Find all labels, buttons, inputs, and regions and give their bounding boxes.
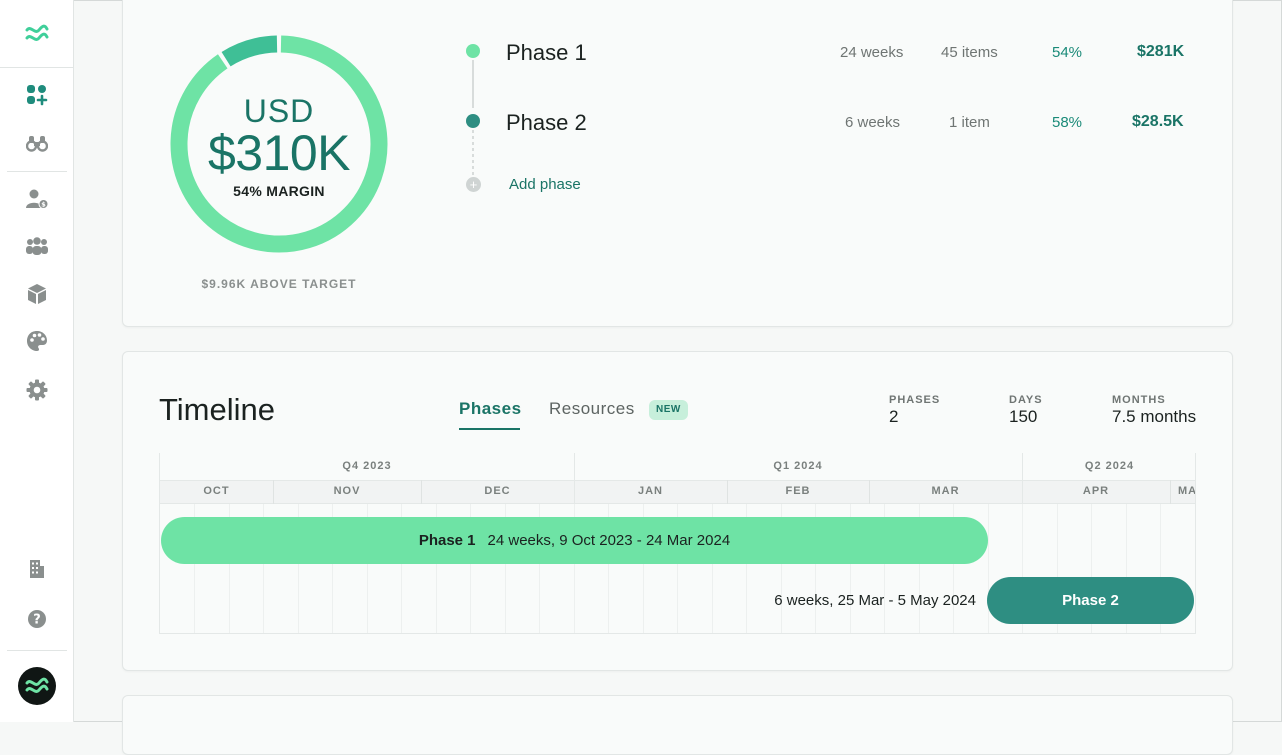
- phase-connector-dashed: [472, 130, 474, 176]
- phase-connector-line: [472, 60, 474, 108]
- stat-days-label: DAYS: [1009, 394, 1043, 406]
- add-phase-link[interactable]: Add phase: [509, 176, 581, 193]
- month-label: MAR: [931, 485, 960, 497]
- phase-name[interactable]: Phase 1: [506, 40, 587, 66]
- svg-text:?: ?: [33, 613, 41, 628]
- month-label: OCT: [203, 485, 230, 497]
- currency-label: USD: [243, 92, 315, 129]
- month-label: APR: [1082, 485, 1110, 497]
- gantt-bar-label: Phase 2: [1062, 592, 1119, 609]
- phase-items: 45 items: [941, 44, 998, 61]
- phase-margin: 58%: [1052, 114, 1083, 131]
- next-card: [122, 695, 1233, 755]
- binoculars-icon[interactable]: [24, 130, 50, 156]
- stat-days-value: 150: [1009, 407, 1038, 426]
- new-badge: NEW: [649, 400, 688, 420]
- gantt-bar-description: 6 weeks, 25 Mar - 5 May 2024: [774, 592, 976, 609]
- tab-phases[interactable]: Phases: [459, 399, 522, 419]
- add-phase-icon[interactable]: +: [466, 177, 481, 192]
- avatar[interactable]: [18, 667, 56, 705]
- stat-phases-label: PHASES: [889, 394, 941, 406]
- phase-value: $28.5K: [1132, 113, 1184, 130]
- margin-label: 54% MARGIN: [233, 183, 325, 200]
- quarter-label: Q1 2024: [773, 460, 823, 472]
- total-amount: $310K: [207, 124, 351, 181]
- quarter-label: Q2 2024: [1084, 460, 1135, 472]
- help-icon[interactable]: ?: [24, 606, 50, 632]
- month-divider: [1170, 480, 1171, 504]
- gantt-bar-phase-2[interactable]: Phase 2: [987, 577, 1194, 624]
- week-gridline: [988, 504, 989, 633]
- svg-text:$: $: [41, 201, 46, 209]
- wave-logo[interactable]: [0, 0, 73, 68]
- building-icon[interactable]: [24, 556, 50, 582]
- sidebar-divider: [7, 650, 67, 651]
- phase-name[interactable]: Phase 2: [506, 110, 587, 136]
- phase-items: 1 item: [949, 114, 990, 131]
- donut-center: USD $310K 54% MARGIN: [168, 33, 390, 255]
- quarter-label: Q4 2023: [342, 460, 392, 472]
- month-label: MA: [1178, 485, 1196, 497]
- month-label: JAN: [637, 485, 663, 497]
- timeline-title: Timeline: [159, 392, 275, 427]
- dashboard-icon[interactable]: [24, 82, 50, 108]
- phase-duration: 6 weeks: [845, 114, 901, 131]
- gantt-bar-label: Phase 1: [418, 532, 476, 549]
- stat-phases-value: 2: [889, 407, 899, 426]
- stat-months-value: 7.5 months: [1112, 407, 1197, 426]
- sidebar-divider: [7, 171, 67, 172]
- phase-1-dot: [466, 44, 480, 58]
- phase-2-dot: [466, 114, 480, 128]
- above-target-label: $9.96K ABOVE TARGET: [201, 277, 357, 291]
- month-label: NOV: [333, 485, 361, 497]
- box-icon[interactable]: [24, 281, 50, 307]
- tab-resources[interactable]: Resources: [549, 399, 635, 419]
- gantt-bar-description: 24 weeks, 9 Oct 2023 - 24 Mar 2024: [487, 532, 731, 549]
- palette-icon[interactable]: [24, 328, 50, 354]
- phase-duration: 24 weeks: [840, 44, 904, 61]
- phase-value: $281K: [1137, 43, 1185, 60]
- gear-icon[interactable]: [24, 377, 50, 403]
- month-label: DEC: [484, 485, 511, 497]
- sidebar: $ ?: [0, 0, 74, 722]
- phase-margin: 54%: [1052, 44, 1083, 61]
- stat-months-label: MONTHS: [1112, 394, 1166, 406]
- gantt-bar-phase-1[interactable]: Phase 1 24 weeks, 9 Oct 2023 - 24 Mar 20…: [161, 517, 988, 564]
- team-icon[interactable]: [24, 233, 50, 259]
- user-billing-icon[interactable]: $: [24, 186, 50, 212]
- tab-active-indicator: [459, 428, 520, 430]
- month-label: FEB: [785, 485, 811, 497]
